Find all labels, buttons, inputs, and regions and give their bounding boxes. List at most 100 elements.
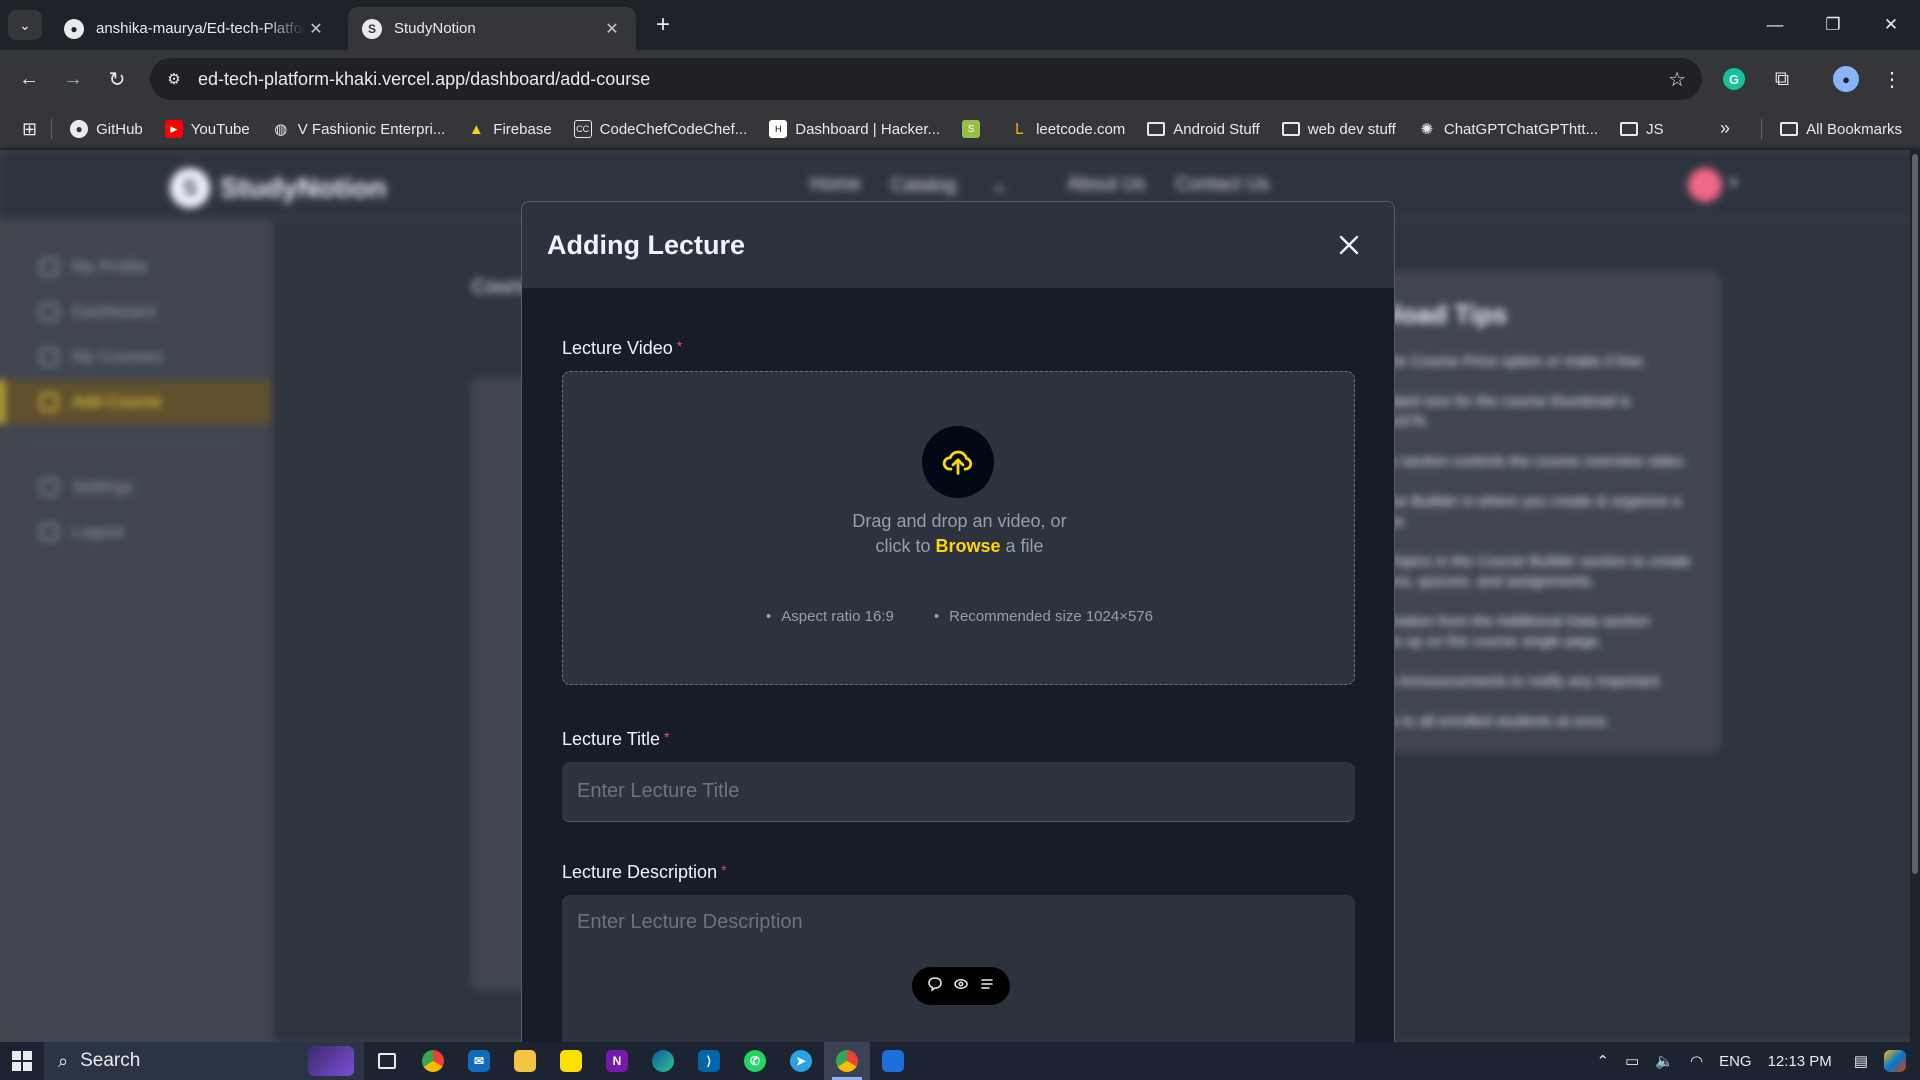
- edge-icon[interactable]: [640, 1042, 686, 1080]
- scrollbar-thumb[interactable]: [1912, 154, 1918, 874]
- upload-cloud-icon[interactable]: [922, 426, 994, 498]
- window-controls: — ❐ ✕: [1746, 0, 1920, 50]
- bookmark-youtube[interactable]: ▶ YouTube: [164, 120, 250, 138]
- bookmark-folder-android[interactable]: Android Stuff: [1147, 121, 1260, 138]
- bookmark-shopify[interactable]: S: [962, 120, 988, 138]
- required-asterisk: *: [676, 338, 683, 354]
- lecture-description-label: Lecture Description *: [562, 862, 1354, 883]
- speaker-icon[interactable]: 🔈: [1655, 1052, 1674, 1070]
- new-tab-plus-icon[interactable]: +: [650, 11, 676, 39]
- all-bookmarks-button[interactable]: All Bookmarks: [1761, 119, 1902, 139]
- tab-github[interactable]: ● anshika-maurya/Ed-tech-Platform ✕: [50, 7, 340, 50]
- file-explorer-icon[interactable]: [502, 1042, 548, 1080]
- site-info-icon[interactable]: ⚙: [154, 70, 194, 88]
- browser-menu-kebab-icon[interactable]: ⋮: [1876, 63, 1908, 95]
- sticky-notes-icon[interactable]: [548, 1042, 594, 1080]
- bookmark-folder-webdev[interactable]: web dev stuff: [1281, 121, 1396, 138]
- sticky-notes-glyph: [560, 1050, 582, 1072]
- onenote-icon[interactable]: N: [594, 1042, 640, 1080]
- chevron-up-icon[interactable]: ⌃: [1597, 1052, 1610, 1070]
- lecture-video-label: Lecture Video *: [562, 338, 1354, 359]
- required-asterisk: *: [721, 862, 727, 878]
- shopify-icon: S: [962, 120, 981, 138]
- browser-toolbar: ← → ↻ ⚙ ed-tech-platform-khaki.vercel.ap…: [0, 50, 1920, 108]
- hint-recommended-size: Recommended size 1024×576: [934, 608, 1153, 625]
- chrome-icon[interactable]: [410, 1042, 456, 1080]
- comment-icon[interactable]: [927, 976, 943, 996]
- firebase-icon: ▲: [468, 120, 484, 138]
- apps-grid-icon[interactable]: ⊞: [22, 119, 37, 140]
- url-text[interactable]: ed-tech-platform-khaki.vercel.app/dashbo…: [198, 69, 650, 90]
- restore-icon[interactable]: ❐: [1804, 0, 1862, 50]
- tab-search-chevron-icon[interactable]: ⌄: [8, 10, 42, 40]
- language-indicator[interactable]: ENG: [1719, 1053, 1752, 1070]
- bookmark-github[interactable]: ● GitHub: [70, 120, 143, 138]
- bookmark-label: CodeChefCodeChef...: [599, 120, 748, 138]
- chrome-glyph: [836, 1050, 858, 1072]
- battery-icon[interactable]: ▭: [1625, 1052, 1639, 1070]
- menu-lines-icon[interactable]: [979, 976, 995, 996]
- close-icon[interactable]: ✕: [602, 19, 622, 39]
- dropzone-line2: click to Browse a file: [563, 534, 1356, 559]
- tab-studynotion[interactable]: S StudyNotion ✕: [348, 7, 636, 50]
- copilot-icon[interactable]: [1884, 1050, 1906, 1072]
- task-view-icon[interactable]: [364, 1042, 410, 1080]
- notifications-icon[interactable]: ▤: [1854, 1052, 1868, 1070]
- bookmark-firebase[interactable]: ▲ Firebase: [467, 120, 552, 138]
- forward-arrow-icon[interactable]: →: [58, 64, 88, 94]
- bookmark-label: GitHub: [96, 120, 143, 138]
- minimize-icon[interactable]: —: [1746, 0, 1804, 50]
- close-icon[interactable]: [1332, 228, 1366, 262]
- bookmark-codechef[interactable]: CC CodeChefCodeChef...: [573, 120, 748, 138]
- grammarly-icon: G: [1723, 68, 1745, 90]
- chrome-glyph: [422, 1050, 444, 1072]
- lecture-description-label-text: Lecture Description: [562, 862, 718, 882]
- modal-title: Adding Lecture: [547, 229, 746, 260]
- bookmark-star-icon[interactable]: ☆: [1668, 67, 1686, 92]
- photos-glyph: [882, 1050, 904, 1072]
- vscode-icon[interactable]: ⟩: [686, 1042, 732, 1080]
- bookmark-hackerrank[interactable]: H Dashboard | Hacker...: [769, 120, 940, 138]
- address-bar[interactable]: ⚙ ed-tech-platform-khaki.vercel.app/dash…: [150, 58, 1702, 100]
- bookmark-label: ChatGPTChatGPThtt...: [1443, 120, 1599, 138]
- telegram-icon[interactable]: ➤: [778, 1042, 824, 1080]
- video-dropzone[interactable]: Drag and drop an video, or click to Brow…: [562, 371, 1355, 685]
- vscode-glyph: ⟩: [698, 1050, 720, 1072]
- eye-icon[interactable]: [953, 976, 969, 996]
- clock[interactable]: 12:13 PM: [1768, 1053, 1832, 1070]
- bookmark-label: V Fashionic Enterpri...: [297, 120, 446, 138]
- browse-link[interactable]: Browse: [935, 536, 1000, 556]
- extensions-puzzle-icon[interactable]: ⧉: [1766, 63, 1798, 95]
- bookmarks-overflow-chevron-icon[interactable]: »: [1720, 118, 1730, 139]
- dropzone-line1: Drag and drop an video, or: [852, 511, 1067, 531]
- bookmarks-divider: [1761, 119, 1763, 139]
- windows-start-icon[interactable]: [0, 1042, 44, 1080]
- tab-title: StudyNotion: [394, 20, 476, 37]
- profile-button[interactable]: ●: [1830, 63, 1862, 95]
- photos-icon[interactable]: [870, 1042, 916, 1080]
- back-arrow-icon[interactable]: ←: [14, 64, 44, 94]
- bookmark-label: Dashboard | Hacker...: [795, 120, 941, 138]
- folder-icon: [1780, 122, 1799, 136]
- mail-icon[interactable]: ✉: [456, 1042, 502, 1080]
- close-window-icon[interactable]: ✕: [1862, 0, 1920, 50]
- whatsapp-icon[interactable]: ✆: [732, 1042, 778, 1080]
- page-scrollbar[interactable]: [1910, 150, 1920, 1042]
- chrome-active-icon[interactable]: [824, 1042, 870, 1080]
- folder-icon: [1620, 122, 1639, 136]
- bookmark-folder-js[interactable]: JS: [1620, 121, 1664, 138]
- profile-avatar-icon: ●: [1833, 66, 1859, 92]
- all-bookmarks-label: All Bookmarks: [1806, 120, 1902, 138]
- dropzone-suffix: a file: [1000, 536, 1044, 556]
- bookmark-chatgpt[interactable]: ✺ ChatGPTChatGPThtt...: [1418, 120, 1599, 139]
- grammarly-extension[interactable]: G: [1718, 63, 1750, 95]
- lecture-title-input[interactable]: [562, 762, 1355, 822]
- globe-icon: ◍: [274, 121, 288, 138]
- reload-icon[interactable]: ↻: [102, 64, 132, 94]
- taskbar-search[interactable]: ⌕ Search: [44, 1042, 364, 1080]
- dropzone-prefix: click to: [875, 536, 936, 556]
- close-icon[interactable]: ✕: [306, 19, 326, 39]
- wifi-icon[interactable]: ◠: [1690, 1052, 1703, 1070]
- bookmark-v-fashionic[interactable]: ◍ V Fashionic Enterpri...: [272, 120, 446, 139]
- bookmark-leetcode[interactable]: ᒪ leetcode.com: [1010, 120, 1125, 139]
